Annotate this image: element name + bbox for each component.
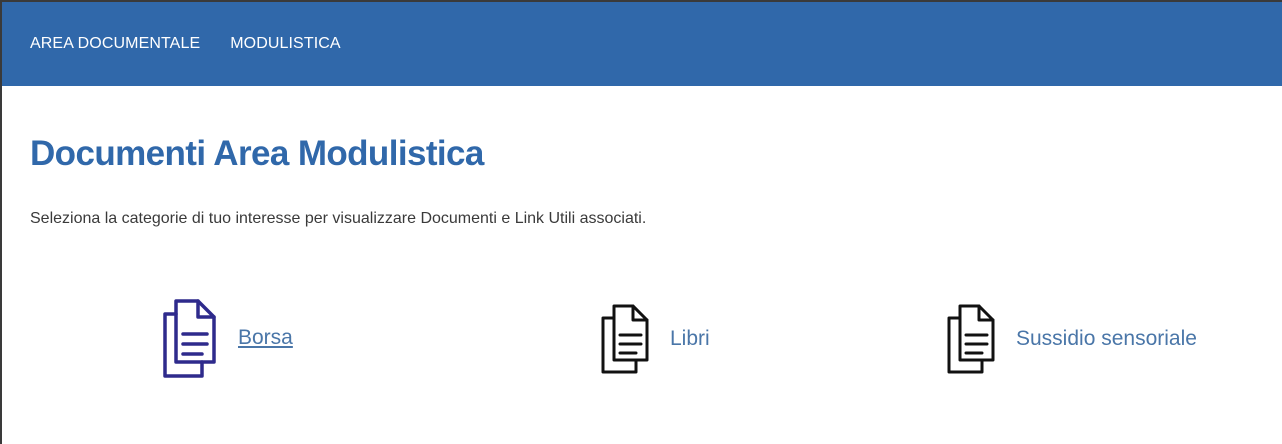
nav-item-area-documentale[interactable]: AREA DOCUMENTALE	[30, 35, 200, 53]
nav-item-modulistica[interactable]: MODULISTICA	[230, 35, 340, 53]
documents-icon	[158, 296, 228, 380]
category-borsa[interactable]: Borsa	[158, 296, 293, 380]
intro-text: Seleziona la categorie di tuo interesse …	[30, 210, 647, 227]
top-navigation-bar: AREA DOCUMENTALE MODULISTICA	[2, 2, 1282, 86]
page-frame: AREA DOCUMENTALE MODULISTICA Documenti A…	[0, 0, 1282, 444]
page-title: Documenti Area Modulistica	[30, 134, 484, 173]
category-label-libri[interactable]: Libri	[670, 327, 710, 351]
documents-icon	[944, 302, 1006, 376]
category-label-sussidio-sensoriale[interactable]: Sussidio sensoriale	[1016, 327, 1197, 351]
category-label-borsa[interactable]: Borsa	[238, 326, 293, 350]
category-libri[interactable]: Libri	[598, 302, 710, 376]
category-sussidio-sensoriale[interactable]: Sussidio sensoriale	[944, 302, 1197, 376]
documents-icon	[598, 302, 660, 376]
